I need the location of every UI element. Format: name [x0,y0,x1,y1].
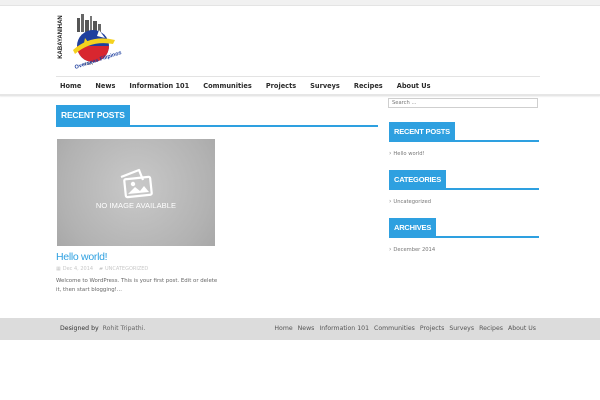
nav-item-communities[interactable]: Communities [201,82,254,90]
search-input[interactable] [388,98,538,108]
image-placeholder-icon [120,168,153,199]
widget-archive-item[interactable]: › December 2014 [389,246,435,253]
widget-archives-underline [389,236,539,238]
post-thumbnail[interactable]: NO IMAGE AVAILABLE [57,139,215,246]
nav-item-information-101[interactable]: Information 101 [127,82,191,90]
nav-item-about-us[interactable]: About Us [395,82,433,90]
nav-item-recipes[interactable]: Recipes [352,82,385,90]
main-nav: Home News Information 101 Communities Pr… [56,76,540,95]
post-title-link[interactable]: Hello world! [56,251,108,263]
footer-nav-about-us[interactable]: About Us [508,325,536,332]
widget-archive-label: December 2014 [393,246,436,253]
widget-categories-underline [389,188,539,190]
widget-category-item[interactable]: › Uncategorized [389,198,431,205]
main-section-underline [56,125,378,127]
top-strip [0,0,600,6]
widget-recent-posts-underline [389,140,539,142]
footer-nav-surveys[interactable]: Surveys [449,325,474,332]
nav-divider [0,94,600,96]
chevron-right-icon: › [389,246,392,253]
widget-archives-title: ARCHIVES [389,218,437,236]
footer-credit-author-link[interactable]: Rohit Tripathi. [103,325,146,332]
post-meta: ▦ Dec 4, 2014 ▰ UNCATEGORIZED [56,266,148,272]
footer-nav: Home News Information 101 Communities Pr… [269,325,536,332]
post-date: Dec 4, 2014 [62,266,94,272]
chevron-right-icon: › [389,150,392,157]
widget-categories-title: CATEGORIES [389,170,447,188]
widget-recent-post-label: Hello world! [393,150,425,157]
widget-recent-posts-title: RECENT POSTS [389,122,455,140]
widget-recent-post-item[interactable]: › Hello world! [389,150,425,157]
footer-nav-news[interactable]: News [298,325,315,332]
calendar-icon: ▦ [56,266,61,272]
chevron-right-icon: › [389,198,392,205]
footer-nav-recipes[interactable]: Recipes [479,325,503,332]
nav-item-projects[interactable]: Projects [264,82,298,90]
no-image-text: NO IMAGE AVAILABLE [95,201,177,210]
logo-text: KABAYANIHAN [58,15,64,59]
folder-icon: ▰ [99,266,103,272]
footer-nav-information-101[interactable]: Information 101 [319,325,369,332]
footer-nav-home[interactable]: Home [274,325,292,332]
footer-nav-communities[interactable]: Communities [374,325,415,332]
nav-item-surveys[interactable]: Surveys [308,82,342,90]
post-excerpt: Welcome to WordPress. This is your first… [56,278,218,293]
footer-credit: Designed by Rohit Tripathi. [60,325,145,332]
site-logo[interactable]: KABAYANIHAN .com Overseas Filipinos [55,12,125,72]
nav-item-home[interactable]: Home [56,82,83,90]
main-section-title: RECENT POSTS [56,105,130,125]
widget-category-label: Uncategorized [393,198,431,205]
footer-credit-prefix: Designed by [60,325,99,332]
nav-item-news[interactable]: News [93,82,117,90]
footer-nav-projects[interactable]: Projects [420,325,444,332]
site-footer: Designed by Rohit Tripathi. Home News In… [0,318,600,340]
post-category-link[interactable]: UNCATEGORIZED [105,266,148,272]
